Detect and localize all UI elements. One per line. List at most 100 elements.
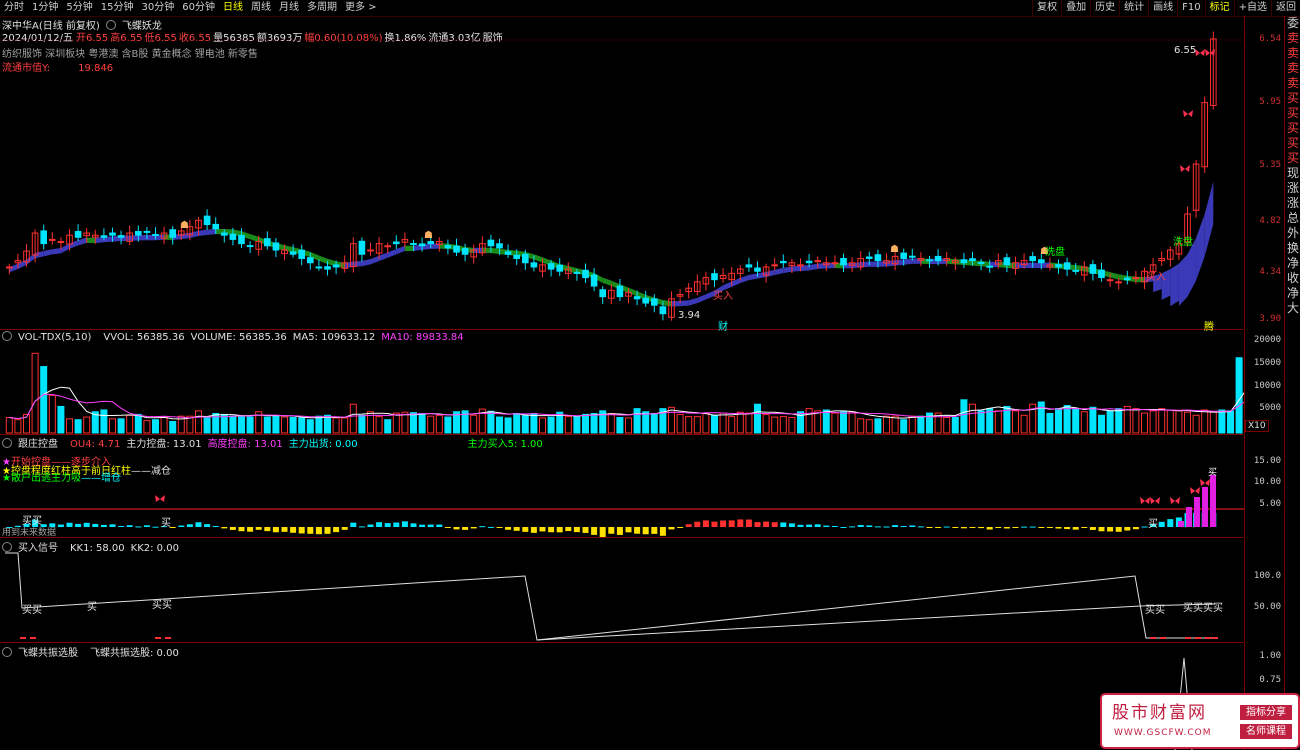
period-tab-1[interactable]: 1分钟 <box>28 0 62 16</box>
period-tab-9[interactable]: 多周期 <box>303 0 341 16</box>
toolbar-action-4[interactable]: 画线 <box>1148 0 1177 16</box>
candle-body <box>1055 264 1062 268</box>
volume-bar <box>883 415 890 434</box>
volume-bar <box>1235 357 1243 434</box>
toolbar-action-8[interactable]: 返回 <box>1271 0 1300 16</box>
toolbar-action-1[interactable]: 叠加 <box>1061 0 1090 16</box>
candle-body <box>900 252 908 259</box>
candle-body <box>1115 281 1123 284</box>
sidebar-label-8: 买 <box>1286 136 1299 150</box>
control-butterfly-3 <box>1170 497 1180 504</box>
period-tab-5[interactable]: 60分钟 <box>178 0 219 16</box>
volume-bar <box>152 419 159 434</box>
volume-bar <box>1037 401 1045 434</box>
sidebar-label-4: 卖 <box>1286 76 1299 90</box>
control-bar <box>591 527 598 535</box>
control-bar <box>668 527 675 530</box>
candle-body <box>659 306 667 315</box>
signal-panel[interactable]: 买入信号 KK1: 58.00 KK2: 0.00 买买 买 买买 买买 买买买买 <box>0 538 1244 643</box>
volume-bar <box>332 417 340 434</box>
control-bar <box>745 519 752 527</box>
control-bar <box>917 526 924 528</box>
control-bar <box>427 524 434 527</box>
candle-body <box>599 289 607 298</box>
signal-chart[interactable] <box>0 538 1244 642</box>
signal-tick-8 <box>1205 637 1211 639</box>
control-bar <box>806 524 813 527</box>
control-bar <box>814 524 821 527</box>
period-tab-0[interactable]: 分时 <box>0 0 28 16</box>
volume-bar <box>134 413 142 434</box>
signal-mark-1: 买买 <box>22 605 42 616</box>
resonance-panel[interactable]: 飞蝶共振选股 飞蝶共振选股: 0.00 <box>0 643 1244 750</box>
candle-body <box>453 245 460 253</box>
volume-bar <box>117 418 125 434</box>
period-tab-10[interactable]: 更多 > <box>341 0 381 16</box>
candle-body <box>135 231 142 236</box>
control-bar <box>659 527 666 536</box>
trend-ribbon-segment <box>748 273 758 281</box>
toolbar-action-6[interactable]: 标记 <box>1204 0 1234 16</box>
control-bar <box>986 527 993 530</box>
kk-signal-line <box>5 552 1215 641</box>
candle-body <box>530 262 538 268</box>
candlestick-chart[interactable]: ☗☗☗ ☗ <box>0 16 1244 329</box>
butterfly-marker-1 <box>1183 110 1193 117</box>
period-tab-4[interactable]: 30分钟 <box>137 0 178 16</box>
control-bar <box>358 526 365 528</box>
volume-bar <box>840 411 847 434</box>
signal-tick-7 <box>1195 637 1201 639</box>
candle-body <box>504 251 512 255</box>
control-bar <box>453 527 460 530</box>
toolbar-action-7[interactable]: +自选 <box>1233 0 1271 16</box>
volume-bar <box>410 412 417 434</box>
toolbar-action-0[interactable]: 复权 <box>1032 0 1061 16</box>
control-bar <box>943 526 950 528</box>
trend-ribbon-segment <box>396 245 405 255</box>
main-chart-panel[interactable]: 深中华A(日线 前复权) 飞蝶妖龙 2024/01/12/五 开6.55 高6.55 低… <box>0 16 1244 333</box>
volume-bar <box>341 417 349 434</box>
trend-ribbon-segment <box>1032 262 1042 269</box>
axis-ctl-tick-1: 10.00 <box>1253 477 1281 487</box>
candle-body <box>427 241 434 245</box>
period-tab-6[interactable]: 日线 <box>219 0 247 16</box>
volume-bar <box>229 415 237 434</box>
period-tab-7[interactable]: 周线 <box>247 0 275 16</box>
volume-panel[interactable]: VOL-TDX(5,10) VVOL: 56385.36 VOLUME: 56385… <box>0 330 1269 435</box>
control-bar <box>565 527 572 532</box>
sidebar-label-7: 买 <box>1286 121 1299 135</box>
control-bar <box>410 523 417 527</box>
control-bar <box>1046 527 1053 528</box>
control-bar <box>281 527 288 532</box>
volume-bar <box>960 399 968 434</box>
control-axis: 15.00 10.00 5.00 <box>1244 435 1285 537</box>
toolbar-action-5[interactable]: F10 <box>1177 0 1204 16</box>
trend-ribbon-segment <box>60 243 70 254</box>
control-chart[interactable]: 买 <box>0 435 1244 537</box>
volume-bar <box>74 419 82 434</box>
toolbar-action-2[interactable]: 历史 <box>1090 0 1119 16</box>
volume-bar <box>1046 413 1054 434</box>
signal-mark-3: 买买 <box>152 600 172 611</box>
control-bar <box>1029 526 1036 528</box>
candle-body <box>745 264 753 268</box>
control-panel[interactable]: 跟庄控盘 OU4: 4.71 主力控盘: 13.01 高度控盘: 13.01 主力出货:… <box>0 435 1244 538</box>
period-tab-8[interactable]: 月线 <box>275 0 303 16</box>
control-bar <box>840 527 847 528</box>
control-bar <box>109 524 116 527</box>
candle-body <box>1132 277 1140 280</box>
toolbar-action-3[interactable]: 统计 <box>1119 0 1148 16</box>
candle-body <box>1003 257 1011 266</box>
volume-chart[interactable] <box>0 330 1244 434</box>
candle-body <box>513 254 521 259</box>
control-bar <box>1107 527 1114 532</box>
control-bar <box>212 525 219 527</box>
person-marker-1: ☗ <box>424 230 433 241</box>
control-butterfly-0 <box>155 495 165 502</box>
control-bar <box>599 527 606 537</box>
period-tab-3[interactable]: 15分钟 <box>97 0 138 16</box>
period-tab-2[interactable]: 5分钟 <box>62 0 96 16</box>
trend-ribbon-segment <box>1170 263 1179 307</box>
trend-ribbon-segment <box>95 236 104 244</box>
resonance-chart[interactable] <box>0 643 1244 750</box>
